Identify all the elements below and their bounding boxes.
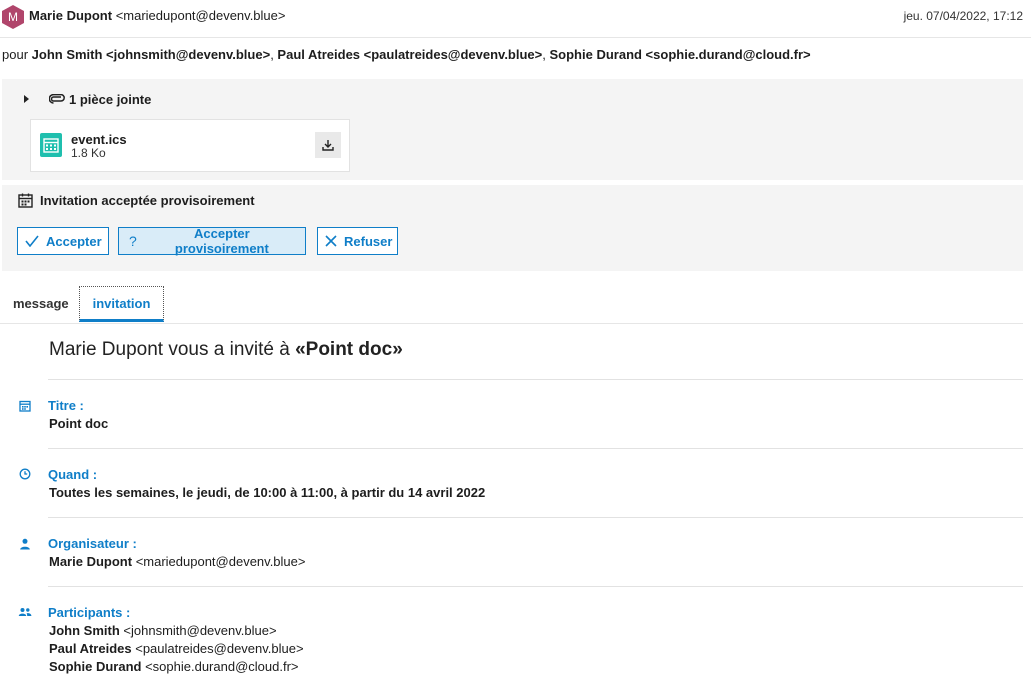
invitation-heading-event: «Point doc» [295,339,403,360]
when-value: Toutes les semaines, le jeudi, de 10:00 … [49,485,486,500]
question-icon: ? [128,233,137,249]
calendar-file-icon [40,133,62,157]
recipient-separator: , [542,47,550,62]
divider [48,379,1023,380]
divider [48,517,1023,518]
calendar-icon [18,399,32,413]
attachments-toggle[interactable]: 1 pièce jointe [24,89,151,109]
participant-email: <sophie.durand@cloud.fr> [145,659,299,674]
clock-icon [18,467,32,481]
accept-tentatively-button[interactable]: ? Accepter provisoirement [118,226,306,256]
caret-right-icon [24,95,29,103]
close-icon [325,235,337,247]
invitation-status-text: Invitation acceptée provisoirement [40,193,255,208]
participant-email: <paulatreides@devenv.blue> [135,641,304,656]
recipient[interactable]: Sophie Durand <sophie.durand@cloud.fr> [550,47,811,62]
attachments-panel: 1 pièce jointe event.ics 1.8 Ko [2,79,1023,180]
participant: John Smith <johnsmith@devenv.blue> [49,623,277,638]
organizer-name: Marie Dupont [49,554,133,569]
invitation-heading: Marie Dupont vous a invité à «Point doc» [49,339,403,361]
accept-label: Accepter [46,233,102,249]
accept-tentatively-label: Accepter provisoirement [174,226,269,256]
participant: Paul Atreides <paulatreides@devenv.blue> [49,641,304,656]
download-icon [322,140,334,151]
title-value: Point doc [49,416,109,431]
view-tabs: message invitation [0,286,1023,324]
attachment-size: 1.8 Ko [71,146,106,160]
tab-message[interactable]: message [13,286,69,322]
participant-name: Sophie Durand [49,659,142,674]
people-icon [18,605,32,619]
decline-label: Refuser [344,233,393,249]
invitation-status: Invitation acceptée provisoirement [18,193,255,208]
message-date: jeu. 07/04/2022, 17:12 [903,9,1023,23]
avatar-letter: M [8,10,18,24]
message-header: M Marie Dupont <mariedupont@devenv.blue>… [0,0,1031,38]
decline-button[interactable]: Refuser [317,227,398,255]
organizer-value: Marie Dupont <mariedupont@devenv.blue> [49,554,305,569]
participant-name: Paul Atreides [49,641,132,656]
sender[interactable]: Marie Dupont <mariedupont@devenv.blue> [29,8,285,23]
tab-invitation[interactable]: invitation [79,286,164,322]
participant-name: John Smith [49,623,120,638]
organizer-email: <mariedupont@devenv.blue> [135,554,306,569]
recipients-line: pour John Smith <johnsmith@devenv.blue>,… [2,47,811,62]
recipient[interactable]: John Smith <johnsmith@devenv.blue> [32,47,271,62]
recipients-prefix: pour [2,47,29,62]
download-button[interactable] [315,132,341,158]
divider [48,448,1023,449]
attachment-name: event.ics [71,132,127,147]
mail-viewer: M Marie Dupont <mariedupont@devenv.blue>… [0,0,1031,689]
calendar-icon [18,193,33,208]
when-label: Quand : [48,467,98,482]
invitation-panel: Invitation acceptée provisoirement Accep… [2,185,1023,271]
attachment-card[interactable]: event.ics 1.8 Ko [30,119,350,172]
divider [48,586,1023,587]
sender-name: Marie Dupont [29,8,113,23]
sender-avatar[interactable]: M [2,5,24,29]
recipient[interactable]: Paul Atreides <paulatreides@devenv.blue> [277,47,542,62]
sender-email: <mariedupont@devenv.blue> [115,8,286,23]
check-icon [25,235,39,247]
participant: Sophie Durand <sophie.durand@cloud.fr> [49,659,299,674]
organizer-label: Organisateur : [48,536,137,551]
invitation-heading-prefix: Marie Dupont vous a invité à [49,339,296,360]
paperclip-icon [49,94,65,104]
accept-button[interactable]: Accepter [17,227,109,255]
person-icon [18,537,32,551]
participants-label: Participants : [48,605,131,620]
title-label: Titre : [48,398,84,413]
participant-email: <johnsmith@devenv.blue> [123,623,277,638]
attachments-summary: 1 pièce jointe [69,91,152,107]
